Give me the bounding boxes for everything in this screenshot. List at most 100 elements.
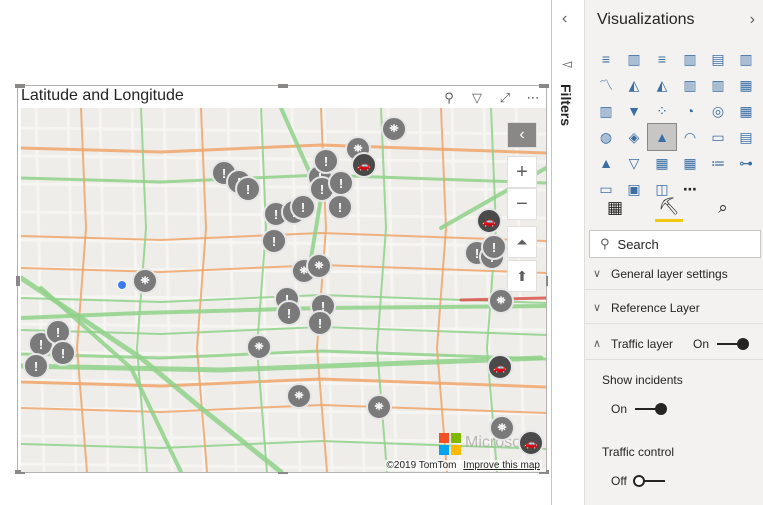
line-clustered-icon[interactable]: ▥ — [704, 72, 732, 98]
matrix-icon[interactable]: ▦ — [676, 150, 704, 176]
scatter-icon[interactable]: ⁘ — [648, 98, 676, 124]
accident-pin[interactable]: 🚗 — [518, 430, 544, 456]
incident-pin[interactable]: ! — [328, 170, 354, 196]
construction-pin[interactable]: ⛯ — [488, 288, 514, 314]
search-icon: ⚲ — [600, 236, 610, 251]
construction-pin[interactable]: ⛯ — [381, 116, 407, 142]
chevron-left-icon[interactable]: ‹ — [562, 10, 567, 28]
treemap-icon[interactable]: ▦ — [732, 98, 760, 124]
road-segment — [75, 108, 88, 472]
format-tab[interactable]: ⛏ — [655, 194, 683, 222]
format-search-input[interactable]: ⚲ Search — [589, 230, 761, 258]
ribbon-icon[interactable]: ▦ — [732, 72, 760, 98]
slicer-icon[interactable]: ▽ — [620, 150, 648, 176]
donut-icon[interactable]: ◎ — [704, 98, 732, 124]
incident-pin[interactable]: ! — [23, 353, 49, 379]
fields-tab[interactable]: ▦ — [601, 194, 629, 222]
area-icon[interactable]: ◭ — [620, 72, 648, 98]
compass-button[interactable]: ⬆ — [507, 260, 537, 292]
visual-type-gallery: ≡ ▥ ≡ ▥ ▤ ▥ 〽 ◭ ◭ ▥ ▥ ▦ ▥ ▼ ⁘ ◔ ◎ ▦ ◍ ◈ ▲ ◠ ▭ ▤ ▲ ▽ ▦ ▦ ≔ ⊶ ▭ ▣ ◫ ⋯ — [592, 46, 760, 202]
traffic-control-toggle[interactable]: Off — [611, 474, 665, 488]
incident-pin[interactable]: ! — [50, 340, 76, 366]
toggle-knob — [632, 475, 645, 487]
filter-icon[interactable]: ▽ — [467, 89, 487, 107]
r-visual-icon[interactable]: ≔ — [704, 150, 732, 176]
construction-pin[interactable]: ⛯ — [132, 268, 158, 294]
construction-pin[interactable]: ⛯ — [246, 334, 272, 360]
resize-handle-top-right[interactable] — [539, 84, 549, 88]
car-icon: 🚗 — [482, 215, 496, 228]
resize-handle-left[interactable] — [16, 276, 20, 286]
toggle-knob — [655, 403, 668, 415]
stacked-bar-icon[interactable]: ≡ — [592, 46, 620, 72]
toggle-track — [632, 475, 665, 487]
card-icon[interactable]: ▭ — [704, 124, 732, 150]
construction-pin[interactable]: ⛯ — [366, 394, 392, 420]
construction-pin[interactable]: ⛯ — [306, 253, 332, 279]
filled-map-icon[interactable]: ◈ — [620, 124, 648, 150]
incident-pin[interactable]: ! — [327, 194, 353, 220]
pin-icon[interactable]: ⚲ — [439, 89, 459, 107]
line-column-icon[interactable]: ▥ — [676, 72, 704, 98]
section-reference-layer[interactable]: ∨ Reference Layer — [585, 292, 763, 324]
roadwork-icon: ⛯ — [254, 340, 264, 353]
pie-icon[interactable]: ◔ — [676, 98, 704, 124]
incident-pin[interactable]: ! — [276, 300, 302, 326]
roadwork-icon: ⛯ — [389, 122, 399, 135]
location-marker[interactable] — [117, 280, 127, 290]
exclamation-icon: ! — [271, 233, 277, 249]
more-options-icon[interactable]: ⋯ — [523, 89, 543, 107]
construction-pin[interactable]: ⛯ — [489, 415, 515, 441]
waterfall-icon[interactable]: ▥ — [592, 98, 620, 124]
line-icon[interactable]: 〽 — [592, 72, 620, 98]
show-incidents-toggle[interactable]: On — [611, 402, 668, 416]
table-icon[interactable]: ▦ — [648, 150, 676, 176]
road-segment — [162, 108, 174, 472]
zoom-in-button[interactable]: + — [507, 156, 537, 188]
clustered-column-icon[interactable]: ▥ — [676, 46, 704, 72]
exclamation-icon: ! — [323, 153, 329, 169]
map-visual[interactable]: Latitude and Longitude ⚲ ▽ ⤢ ⋯ Microsoft… — [15, 84, 549, 474]
incident-pin[interactable]: ! — [261, 228, 287, 254]
filters-label[interactable]: Filters — [558, 84, 574, 126]
focus-mode-icon[interactable]: ⤢ — [495, 89, 515, 107]
chevron-right-icon[interactable]: › — [750, 11, 755, 29]
100-bar-icon[interactable]: ▤ — [704, 46, 732, 72]
multirow-card-icon[interactable]: ▤ — [732, 124, 760, 150]
incident-pin[interactable]: ! — [307, 310, 333, 336]
section-label: General layer settings — [611, 266, 728, 281]
funnel-icon[interactable]: ▼ — [620, 98, 648, 124]
zoom-out-button[interactable]: − — [507, 188, 537, 220]
stacked-column-icon[interactable]: ▥ — [620, 46, 648, 72]
map-icon[interactable]: ◍ — [592, 124, 620, 150]
roadwork-icon: ⛯ — [374, 400, 384, 413]
accident-pin[interactable]: 🚗 — [487, 354, 513, 380]
map-collapse-control[interactable]: ‹ — [507, 122, 537, 148]
section-traffic-layer[interactable]: ∧ Traffic layer On — [585, 328, 763, 360]
azure-map-icon[interactable]: ▲ — [647, 123, 677, 151]
kpi-icon[interactable]: ▲ — [592, 150, 620, 176]
filters-rail[interactable]: ‹ ◅ Filters — [552, 0, 585, 505]
gauge-icon[interactable]: ◠ — [676, 124, 704, 150]
accident-pin[interactable]: 🚗 — [351, 152, 377, 178]
resize-handle-top[interactable] — [278, 84, 288, 88]
traffic-layer-toggle[interactable]: On — [693, 337, 750, 351]
stacked-area-icon[interactable]: ◭ — [648, 72, 676, 98]
funnel-icon: ◅ — [562, 56, 572, 71]
analytics-tab[interactable]: ⌕ — [709, 194, 737, 222]
section-general-layer-settings[interactable]: ∨ General layer settings — [585, 258, 763, 290]
visual-title: Latitude and Longitude — [21, 87, 184, 104]
100-column-icon[interactable]: ▥ — [732, 46, 760, 72]
incident-pin[interactable]: ! — [235, 176, 261, 202]
accident-pin[interactable]: 🚗 — [476, 208, 502, 234]
map-area[interactable]: Microsoft ‹ + − ⏶ ⬆ ©2019 TomTom Improve… — [21, 108, 546, 472]
construction-pin[interactable]: ⛯ — [286, 383, 312, 409]
road-segment — [98, 108, 110, 472]
improve-map-link[interactable]: Improve this map — [463, 460, 540, 471]
pitch-button[interactable]: ⏶ — [507, 226, 537, 258]
decomposition-icon[interactable]: ⊶ — [732, 150, 760, 176]
toggle-knob — [737, 337, 750, 350]
incident-pin[interactable]: ! — [481, 234, 507, 260]
clustered-bar-icon[interactable]: ≡ — [648, 46, 676, 72]
toggle-state-label: On — [611, 402, 628, 416]
